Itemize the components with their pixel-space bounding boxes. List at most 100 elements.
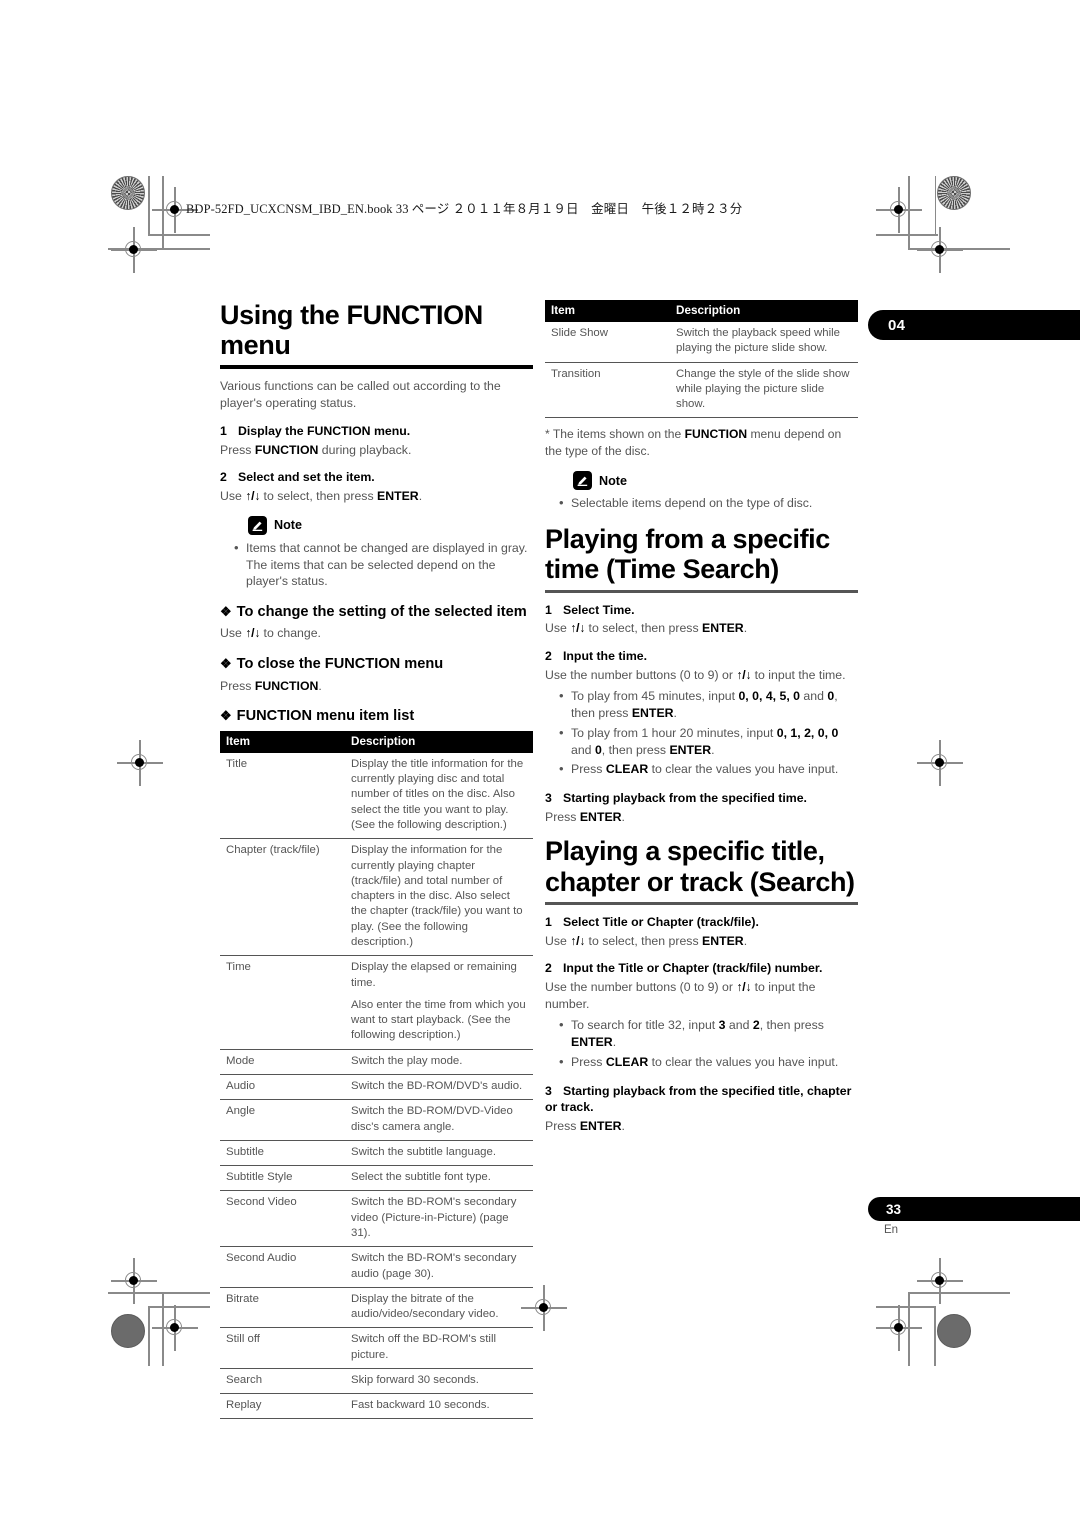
step-2-title: 2 Select and set the item. bbox=[220, 469, 533, 486]
time-step-3-heading: Starting playback from the specified tim… bbox=[563, 790, 807, 805]
time-step-3-post: . bbox=[621, 809, 625, 824]
registration-mark-bottom-right-inner bbox=[876, 1305, 922, 1351]
table-cell-description-line1: Display the elapsed or remaining time. bbox=[351, 961, 517, 989]
registration-mark-top-right-lower bbox=[917, 227, 963, 273]
search-step-2-heading: Input the Title or Chapter (track/file) … bbox=[563, 961, 823, 976]
table-row: Subtitle Switch the subtitle language. bbox=[220, 1140, 533, 1167]
table-row: Angle Switch the BD-ROM/DVD-Video disc's… bbox=[220, 1099, 533, 1141]
chapter-number: 04 bbox=[888, 316, 906, 334]
time-step-2-heading: Input the time. bbox=[563, 648, 648, 663]
search-step-3-pre: Press bbox=[545, 1119, 580, 1134]
table-cell-item: Still off bbox=[220, 1327, 345, 1369]
registration-mark-bottom-left-upper bbox=[111, 1258, 157, 1304]
search-bullets: To search for title 32, input 3 and 2, t… bbox=[545, 1016, 858, 1071]
table-cell-description: Skip forward 30 seconds. bbox=[345, 1368, 533, 1395]
key-enter: ENTER bbox=[669, 742, 712, 757]
search-step-1-body: Use ↑/↓ to select, then press ENTER. bbox=[545, 933, 858, 950]
note-header-right: Note bbox=[573, 471, 858, 491]
note-list-left: Items that cannot be changed are display… bbox=[220, 539, 533, 590]
table-row: Mode Switch the play mode. bbox=[220, 1049, 533, 1075]
section-title-search: Playing a specific title, chapter or tra… bbox=[545, 836, 855, 897]
table-cell-description: Display the information for the currentl… bbox=[345, 838, 533, 957]
diamond-bullet-icon: ❖ bbox=[220, 603, 232, 619]
registration-mark-mid-left bbox=[117, 740, 163, 786]
time-step-1-pre: Use bbox=[545, 621, 571, 636]
page-title: Using the FUNCTION menu bbox=[220, 300, 483, 361]
section-rule-search bbox=[545, 901, 858, 905]
page-number-tab: 33 bbox=[868, 1197, 1080, 1221]
table-cell-item: Mode bbox=[220, 1049, 345, 1075]
change-setting-post: to change. bbox=[260, 626, 321, 641]
time-step-1-mid: to select, then press bbox=[585, 621, 703, 636]
time-step-3-pre: Press bbox=[545, 809, 580, 824]
table-header-row: Item Description bbox=[545, 300, 858, 323]
up-down-arrow-icon: ↑/↓ bbox=[245, 626, 261, 641]
table-cell-description: Display the title information for the cu… bbox=[345, 752, 533, 840]
note-header-left: Note bbox=[248, 515, 533, 535]
registration-mark-top-left-lower bbox=[111, 227, 157, 273]
time-step-1-title: 1 Select Time. bbox=[545, 602, 858, 619]
page-language: En bbox=[884, 1224, 899, 1236]
subheading-change-setting: ❖ To change the setting of the selected i… bbox=[220, 604, 533, 622]
bullet-pre: Press bbox=[571, 1054, 606, 1069]
table-cell-description: Display the bitrate of the audio/video/s… bbox=[345, 1287, 533, 1329]
diamond-bullet-icon: ❖ bbox=[220, 708, 232, 724]
table-row: Search Skip forward 30 seconds. bbox=[220, 1368, 533, 1395]
key-enter: ENTER bbox=[571, 1035, 613, 1050]
list-item: To play from 1 hour 20 minutes, input 0,… bbox=[559, 724, 858, 758]
table-cell-item: Replay bbox=[220, 1393, 345, 1420]
table-cell-item: Audio bbox=[220, 1074, 345, 1101]
page-number: 33 bbox=[886, 1201, 902, 1217]
step-2-body-mid: to select, then press bbox=[260, 489, 378, 504]
bullet-mid: and bbox=[571, 742, 595, 757]
subheading-item-list-label: FUNCTION menu item list bbox=[236, 708, 415, 725]
table-cell-description: Switch the BD-ROM's secondary video (Pic… bbox=[345, 1190, 533, 1248]
table-cell-description: Switch the playback speed while playing … bbox=[670, 322, 858, 363]
table-cell-item: Second Video bbox=[220, 1190, 345, 1248]
key-clear: CLEAR bbox=[605, 762, 649, 777]
up-down-arrow-icon: ↑/↓ bbox=[736, 980, 752, 995]
key-clear: CLEAR bbox=[605, 1054, 649, 1069]
list-item: Press CLEAR to clear the values you have… bbox=[559, 1053, 858, 1071]
note-list-right: Selectable items depend on the type of d… bbox=[545, 494, 858, 512]
step-1-body-pre: Press bbox=[220, 442, 255, 457]
registration-mark-bottom-right-upper bbox=[917, 1258, 963, 1304]
subheading-change-setting-label: To change the setting of the selected it… bbox=[236, 603, 527, 620]
right-column: Item Description Slide Show Switch the p… bbox=[545, 300, 858, 1146]
title-rule bbox=[220, 365, 533, 370]
step-1-body: Press FUNCTION during playback. bbox=[220, 442, 533, 459]
print-solid-target-bottom-right bbox=[937, 1314, 971, 1348]
table-cell-description: Change the style of the slide show while… bbox=[670, 362, 858, 419]
subsection-change-setting-body: Use ↑/↓ to change. bbox=[220, 625, 533, 642]
table-row: Bitrate Display the bitrate of the audio… bbox=[220, 1287, 533, 1329]
key-enter: ENTER bbox=[702, 621, 744, 636]
time-search-bullets: To play from 45 minutes, input 0, 0, 4, … bbox=[545, 687, 858, 778]
table-cell-item: Bitrate bbox=[220, 1287, 345, 1329]
table-cell-item: Subtitle bbox=[220, 1140, 345, 1167]
table-row: Subtitle Style Select the subtitle font … bbox=[220, 1165, 533, 1192]
time-step-3-title: 3 Starting playback from the specified ti… bbox=[545, 790, 858, 807]
note-label: Note bbox=[599, 473, 627, 488]
key-function: FUNCTION bbox=[254, 678, 319, 693]
table-cell-description: Switch the subtitle language. bbox=[345, 1140, 533, 1167]
table-cell-description: Display the elapsed or remaining time. A… bbox=[345, 955, 533, 1050]
pencil-note-icon bbox=[248, 515, 267, 535]
footnote-pre: * The items shown on the bbox=[545, 427, 685, 442]
search-step-3-title: 3 Starting playback from the specified ti… bbox=[545, 1083, 858, 1116]
up-down-arrow-icon: ↑/↓ bbox=[245, 489, 261, 504]
subheading-close-menu-label: To close the FUNCTION menu bbox=[236, 656, 444, 673]
table-row: Transition Change the style of the slide… bbox=[545, 362, 858, 419]
registration-mark-mid-right bbox=[917, 740, 963, 786]
table-cell-item: Time bbox=[220, 955, 345, 1050]
note-item: Selectable items depend on the type of d… bbox=[559, 494, 858, 512]
subheading-close-menu: ❖ To close the FUNCTION menu bbox=[220, 656, 533, 674]
table-row: Second Video Switch the BD-ROM's seconda… bbox=[220, 1190, 533, 1248]
table-footnote: * The items shown on the FUNCTION menu d… bbox=[545, 426, 858, 459]
key-enter: ENTER bbox=[579, 1119, 622, 1134]
search-step-2-body: Use the number buttons (0 to 9) or ↑/↓ t… bbox=[545, 979, 858, 1012]
time-step-2-post: to input the time. bbox=[751, 667, 846, 682]
print-star-target-top-right bbox=[937, 176, 971, 210]
manual-page: BDP-52FD_UCXCNSM_IBD_EN.book 33 ページ ２０１１… bbox=[0, 0, 1080, 1527]
time-step-3-body: Press ENTER. bbox=[545, 809, 858, 826]
table-cell-item: Slide Show bbox=[545, 322, 670, 363]
